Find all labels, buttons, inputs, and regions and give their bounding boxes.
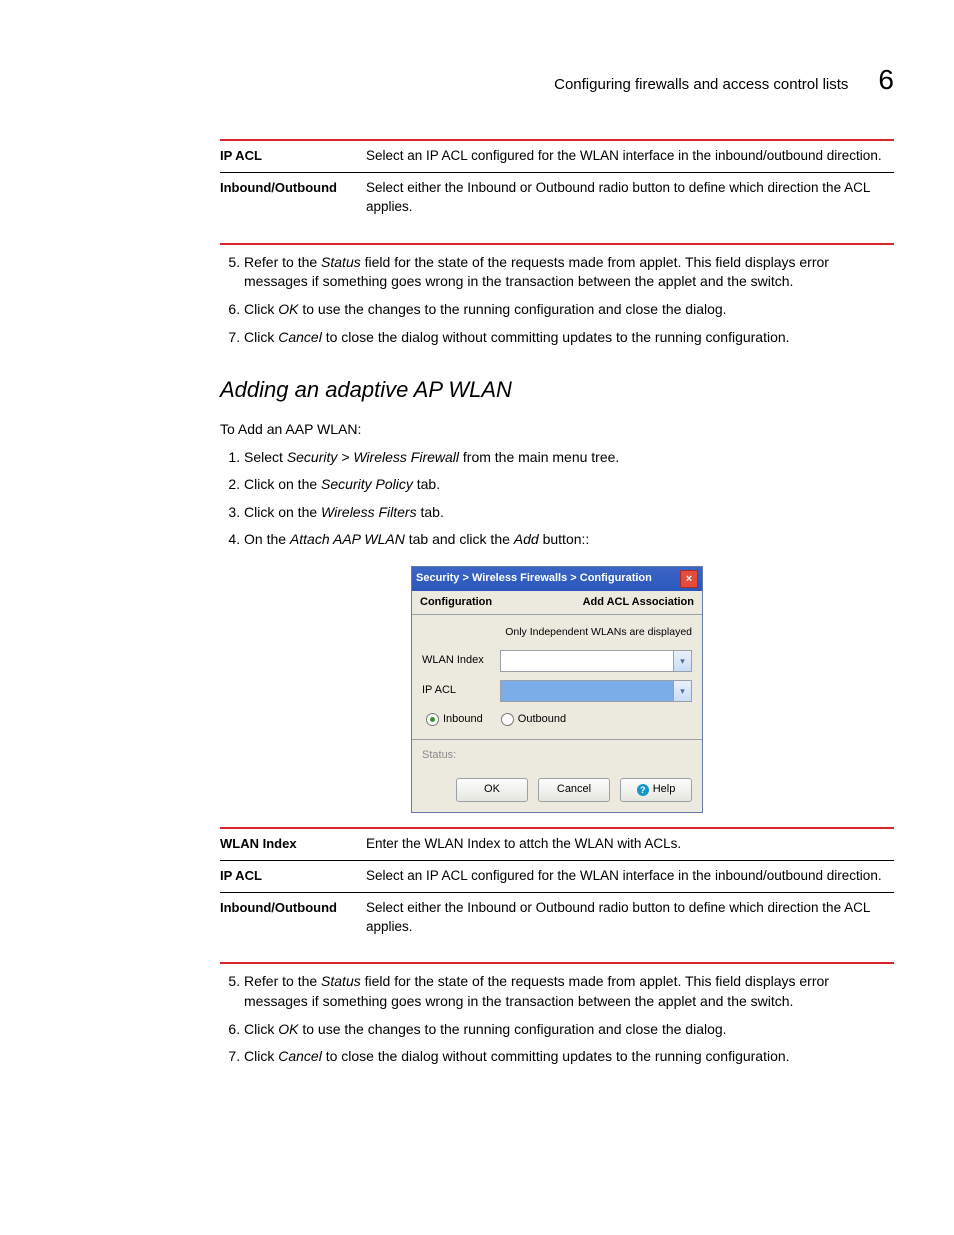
dialog-title: Security > Wireless Firewalls > Configur… <box>416 571 652 586</box>
wlan-index-combo[interactable]: ▾ <box>500 650 692 672</box>
steps-continued-1: Refer to the Status field for the state … <box>220 253 894 347</box>
dialog: Security > Wireless Firewalls > Configur… <box>411 566 703 813</box>
term: WLAN Index <box>220 829 366 860</box>
definition: Select an IP ACL configured for the WLAN… <box>366 141 894 172</box>
step-item: Refer to the Status field for the state … <box>244 253 894 292</box>
step-item: Click on the Security Policy tab. <box>244 475 894 495</box>
running-head: Configuring firewalls and access control… <box>554 74 848 95</box>
step-item: Select Security > Wireless Firewall from… <box>244 448 894 468</box>
definition: Select either the Inbound or Outbound ra… <box>366 893 894 943</box>
chevron-down-icon: ▾ <box>673 681 691 701</box>
step-item: Click OK to use the changes to the runni… <box>244 1020 894 1040</box>
chapter-number: 6 <box>878 60 894 99</box>
term: IP ACL <box>220 141 366 172</box>
help-icon: ? <box>637 784 649 796</box>
wlan-index-label: WLAN Index <box>422 653 500 668</box>
steps-main: Select Security > Wireless Firewall from… <box>220 448 894 550</box>
help-button[interactable]: ? Help <box>620 778 692 802</box>
close-icon[interactable]: × <box>680 570 698 588</box>
dialog-hint: Only Independent WLANs are displayed <box>422 625 692 640</box>
radio-label: Outbound <box>518 712 566 727</box>
radio-inbound[interactable]: Inbound <box>426 712 483 727</box>
ok-button[interactable]: OK <box>456 778 528 802</box>
ip-acl-label: IP ACL <box>422 683 500 698</box>
step-item: Click Cancel to close the dialog without… <box>244 328 894 348</box>
step-item: Click OK to use the changes to the runni… <box>244 300 894 320</box>
term: IP ACL <box>220 861 366 892</box>
radio-icon <box>426 713 439 726</box>
rule-bottom <box>220 962 894 964</box>
radio-icon <box>501 713 514 726</box>
definition: Select either the Inbound or Outbound ra… <box>366 173 894 223</box>
radio-outbound[interactable]: Outbound <box>501 712 566 727</box>
rule-bottom <box>220 243 894 245</box>
term: Inbound/Outbound <box>220 893 366 943</box>
term: Inbound/Outbound <box>220 173 366 223</box>
step-item: Click on the Wireless Filters tab. <box>244 503 894 523</box>
chevron-down-icon: ▾ <box>673 651 691 671</box>
radio-label: Inbound <box>443 712 483 727</box>
definition: Select an IP ACL configured for the WLAN… <box>366 861 894 892</box>
ip-acl-combo[interactable]: ▾ <box>500 680 692 702</box>
cancel-button[interactable]: Cancel <box>538 778 610 802</box>
dialog-titlebar: Security > Wireless Firewalls > Configur… <box>412 567 702 591</box>
steps-continued-2: Refer to the Status field for the state … <box>220 972 894 1066</box>
status-row: Status: <box>412 739 702 771</box>
definition: Enter the WLAN Index to attch the WLAN w… <box>366 829 894 860</box>
tab-configuration[interactable]: Configuration <box>412 591 500 614</box>
section-intro: To Add an AAP WLAN: <box>220 420 894 440</box>
definition-table-1: IP ACL Select an IP ACL configured for t… <box>220 141 894 223</box>
step-item: Click Cancel to close the dialog without… <box>244 1047 894 1067</box>
step-item: On the Attach AAP WLAN tab and click the… <box>244 530 894 550</box>
tab-add-acl-association[interactable]: Add ACL Association <box>575 591 702 614</box>
definition-table-2: WLAN Index Enter the WLAN Index to attch… <box>220 829 894 943</box>
step-item: Refer to the Status field for the state … <box>244 972 894 1011</box>
section-heading: Adding an adaptive AP WLAN <box>220 375 894 406</box>
